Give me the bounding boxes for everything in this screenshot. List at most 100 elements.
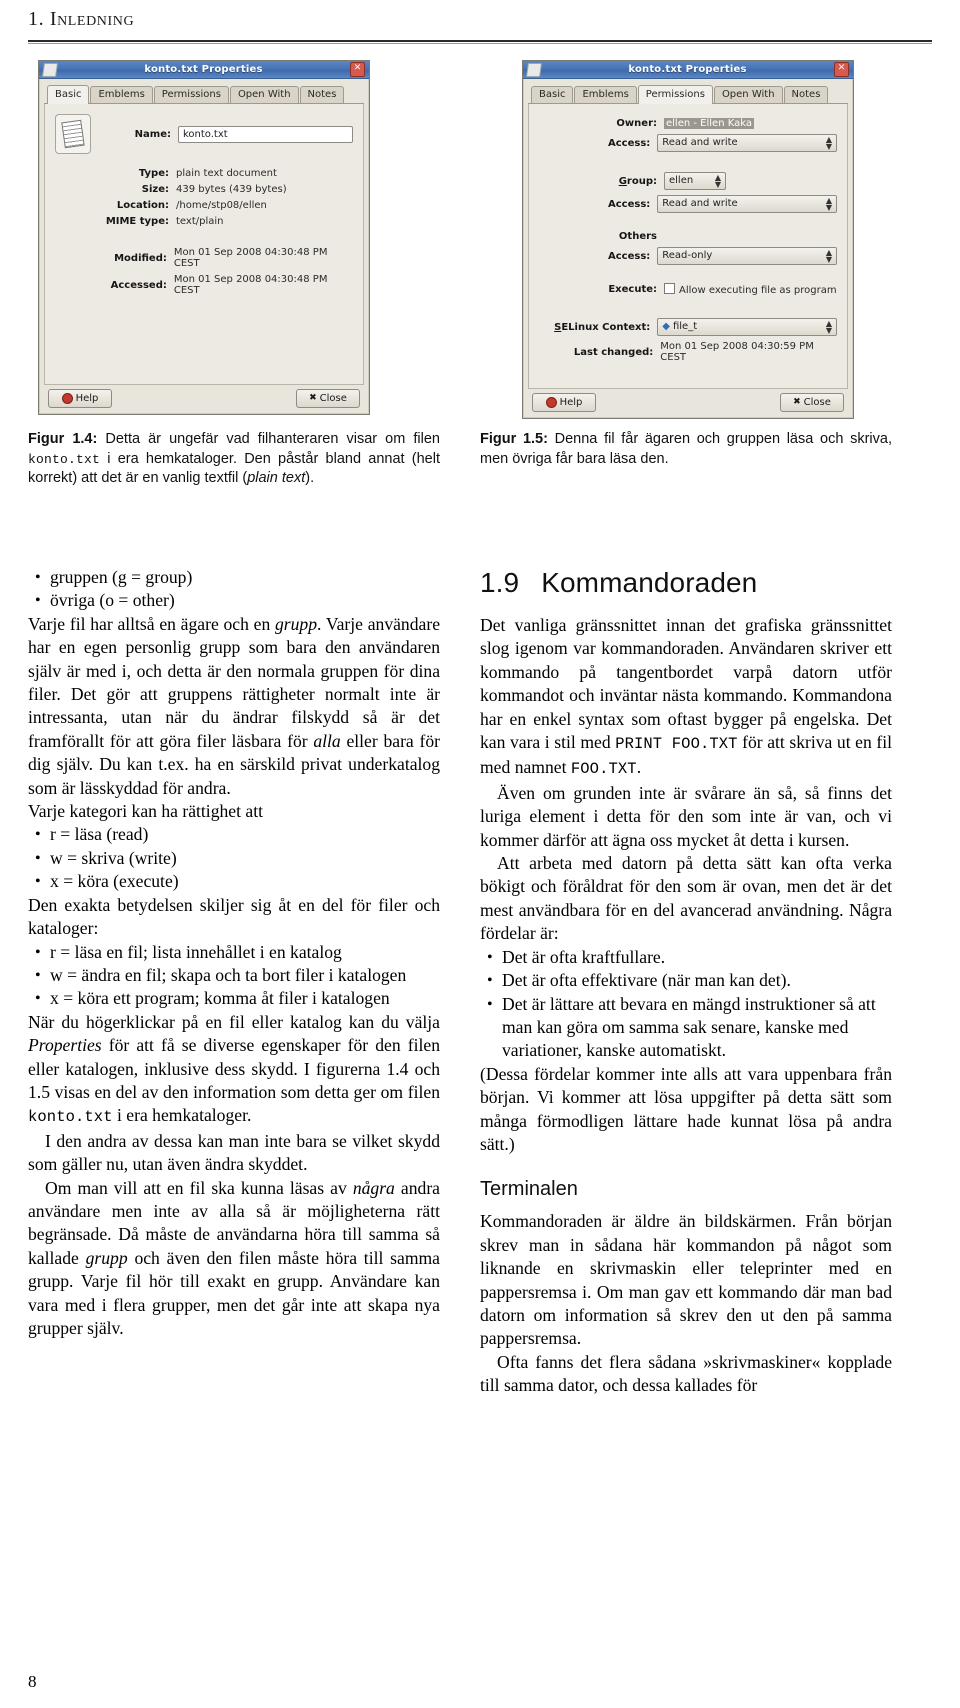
owner-access-label: Access:	[607, 137, 651, 149]
name-input[interactable]: konto.txt	[178, 125, 353, 143]
tab-open-with[interactable]: Open With	[713, 86, 783, 103]
help-button[interactable]: Help	[48, 389, 112, 408]
modified-label: Modified:	[114, 252, 167, 264]
file-type-icon	[55, 114, 91, 154]
right-text-column: 1.9 Kommandoraden Det vanliga gränssnitt…	[480, 566, 892, 1398]
document-page: 1. Inledning konto.txt Properties ✕ Basi…	[0, 0, 960, 1708]
list-item: r = läsa (read)	[28, 823, 440, 847]
tab-permissions[interactable]: Permissions	[153, 86, 229, 103]
list-item: w = skriva (write)	[28, 847, 440, 871]
accessed-row: Accessed: Mon 01 Sep 2008 04:30:48 PM CE…	[55, 274, 353, 296]
list-item: Det är ofta effektivare (när man kan det…	[480, 969, 892, 993]
selinux-select[interactable]: ◆ file_t ▲ ▼	[657, 318, 837, 336]
owner-label: Owner:	[616, 118, 657, 129]
section-heading: 1.9 Kommandoraden	[480, 566, 892, 600]
group-access-select[interactable]: Read and write ▲ ▼	[657, 195, 837, 213]
selinux-badge-icon: ◆	[662, 321, 670, 332]
modified-value: Mon 01 Sep 2008 04:30:48 PM CEST	[173, 247, 328, 269]
close-icon[interactable]: ✕	[834, 62, 849, 77]
figure-caption-1-5: Figur 1.5: Denna fil får ägaren och grup…	[480, 430, 892, 469]
dialog-titlebar[interactable]: konto.txt Properties ✕	[39, 61, 369, 79]
header-rule-secondary	[28, 43, 932, 44]
paragraph-advantages-intro: Att arbeta med datorn på detta sätt kan …	[480, 853, 892, 944]
owner-access-value: Read and write	[662, 137, 738, 148]
others-access-select[interactable]: Read-only ▲ ▼	[657, 247, 837, 265]
file-properties-dialog-permissions[interactable]: konto.txt Properties ✕ Basic Emblems Per…	[522, 60, 854, 419]
tab-notes[interactable]: Notes	[783, 86, 829, 103]
close-button[interactable]: ✖ Close	[780, 393, 844, 412]
dialog-title: konto.txt Properties	[144, 64, 263, 75]
list-item: Det är ofta kraftfullare.	[480, 946, 892, 970]
execute-row[interactable]: Execute: Allow executing file as program	[539, 283, 837, 296]
help-button[interactable]: Help	[532, 393, 596, 412]
size-value: 439 bytes (439 bytes)	[176, 184, 287, 195]
chevron-updown-icon: ▲ ▼	[825, 196, 832, 212]
tab-notes[interactable]: Notes	[299, 86, 345, 103]
accessed-label: Accessed:	[110, 279, 167, 291]
close-button[interactable]: ✖ Close	[296, 389, 360, 408]
tab-permissions[interactable]: Permissions	[637, 85, 713, 104]
dialog-body: Basic Emblems Permissions Open With Note…	[39, 79, 369, 414]
paragraph-meaning-intro: Den exakta betydelsen skiljer sig åt en …	[28, 894, 440, 939]
group-access-value: Read and write	[662, 198, 738, 209]
section-title: Kommandoraden	[541, 567, 758, 598]
selinux-label: SELinux Context:	[554, 321, 651, 333]
paragraph-properties: När du högerklickar på en fil eller kata…	[28, 1011, 440, 1127]
list-item: gruppen (g = group)	[28, 566, 440, 590]
figure-caption-label: Figur 1.5:	[480, 431, 548, 447]
selinux-value: file_t	[672, 321, 698, 332]
tab-emblems[interactable]: Emblems	[90, 86, 153, 103]
paragraph-advantages-note: (Dessa fördelar kommer inte alls att var…	[480, 1063, 892, 1154]
checkbox-icon[interactable]	[664, 283, 675, 294]
location-row: Location: /home/stp08/ellen	[55, 200, 353, 211]
close-icon[interactable]: ✕	[350, 62, 365, 77]
paragraph-change-protection: I den andra av dessa kan man inte bara s…	[28, 1130, 440, 1175]
list-item: Det är lättare att bevara en mängd instr…	[480, 993, 892, 1063]
page-number: 8	[28, 1672, 37, 1691]
mime-row: MIME type: text/plain	[55, 216, 353, 227]
group-value: ellen	[669, 175, 694, 186]
running-head: 1. Inledning	[28, 8, 932, 31]
list-item: övriga (o = other)	[28, 589, 440, 613]
close-button-label: Close	[319, 393, 347, 404]
bullet-list-rwx-meaning: r = läsa en fil; lista innehållet i en k…	[28, 941, 440, 1012]
tab-basic[interactable]: Basic	[47, 85, 90, 104]
help-button-label: Help	[559, 397, 583, 408]
dialog-button-row: Help ✖ Close	[528, 389, 848, 412]
header-rule	[28, 40, 932, 42]
tab-bar[interactable]: Basic Emblems Permissions Open With Note…	[528, 84, 848, 104]
group-access-row[interactable]: Access: Read and write ▲ ▼	[539, 195, 837, 213]
owner-value: ellen - Ellen Kaka	[664, 118, 754, 129]
group-access-label: Access:	[607, 198, 651, 210]
type-label: Type:	[138, 168, 169, 179]
selinux-row[interactable]: SELinux Context: ◆ file_t ▲ ▼	[539, 318, 837, 336]
close-button-label: Close	[803, 397, 831, 408]
paragraph-rights-intro: Varje kategori kan ha rättighet att	[28, 801, 263, 822]
group-row[interactable]: GGroup:roup: ellen ▲▼	[539, 172, 837, 190]
paragraph-tricky: Även om grunden inte är svårare än så, s…	[480, 782, 892, 850]
owner-access-row[interactable]: Access: Read and write ▲ ▼	[539, 134, 837, 152]
paragraph-commandline-intro: Det vanliga gränssnittet innan det grafi…	[480, 615, 892, 779]
others-access-row[interactable]: Access: Read-only ▲ ▼	[539, 247, 837, 265]
help-icon	[61, 393, 73, 404]
window-menu-icon[interactable]	[42, 62, 58, 77]
file-properties-dialog-basic[interactable]: konto.txt Properties ✕ Basic Emblems Per…	[38, 60, 370, 415]
running-head-number: 1.	[28, 8, 45, 30]
tab-emblems[interactable]: Emblems	[574, 86, 637, 103]
execute-checkbox-wrap[interactable]: Allow executing file as program	[664, 283, 837, 296]
chevron-updown-icon: ▲ ▼	[825, 135, 832, 151]
tab-basic[interactable]: Basic	[531, 86, 574, 103]
tab-bar[interactable]: Basic Emblems Permissions Open With Note…	[44, 84, 364, 104]
paragraph-terminal-history: Kommandoraden är äldre än bildskärmen. F…	[480, 1211, 892, 1349]
window-menu-icon[interactable]	[526, 62, 542, 77]
group-select[interactable]: ellen ▲ ▼	[664, 172, 726, 190]
help-button-label: Help	[75, 393, 99, 404]
dialog-button-row: Help ✖ Close	[44, 385, 364, 408]
name-row[interactable]: Name: konto.txt	[55, 114, 353, 154]
figure-caption-label: Figur 1.4:	[28, 431, 98, 447]
bullet-list-categories: gruppen (g = group) övriga (o = other)	[28, 566, 440, 613]
last-changed-row: Last changed: Mon 01 Sep 2008 04:30:59 P…	[539, 341, 837, 363]
owner-access-select[interactable]: Read and write ▲ ▼	[657, 134, 837, 152]
tab-open-with[interactable]: Open With	[229, 86, 299, 103]
dialog-titlebar[interactable]: konto.txt Properties ✕	[523, 61, 853, 79]
